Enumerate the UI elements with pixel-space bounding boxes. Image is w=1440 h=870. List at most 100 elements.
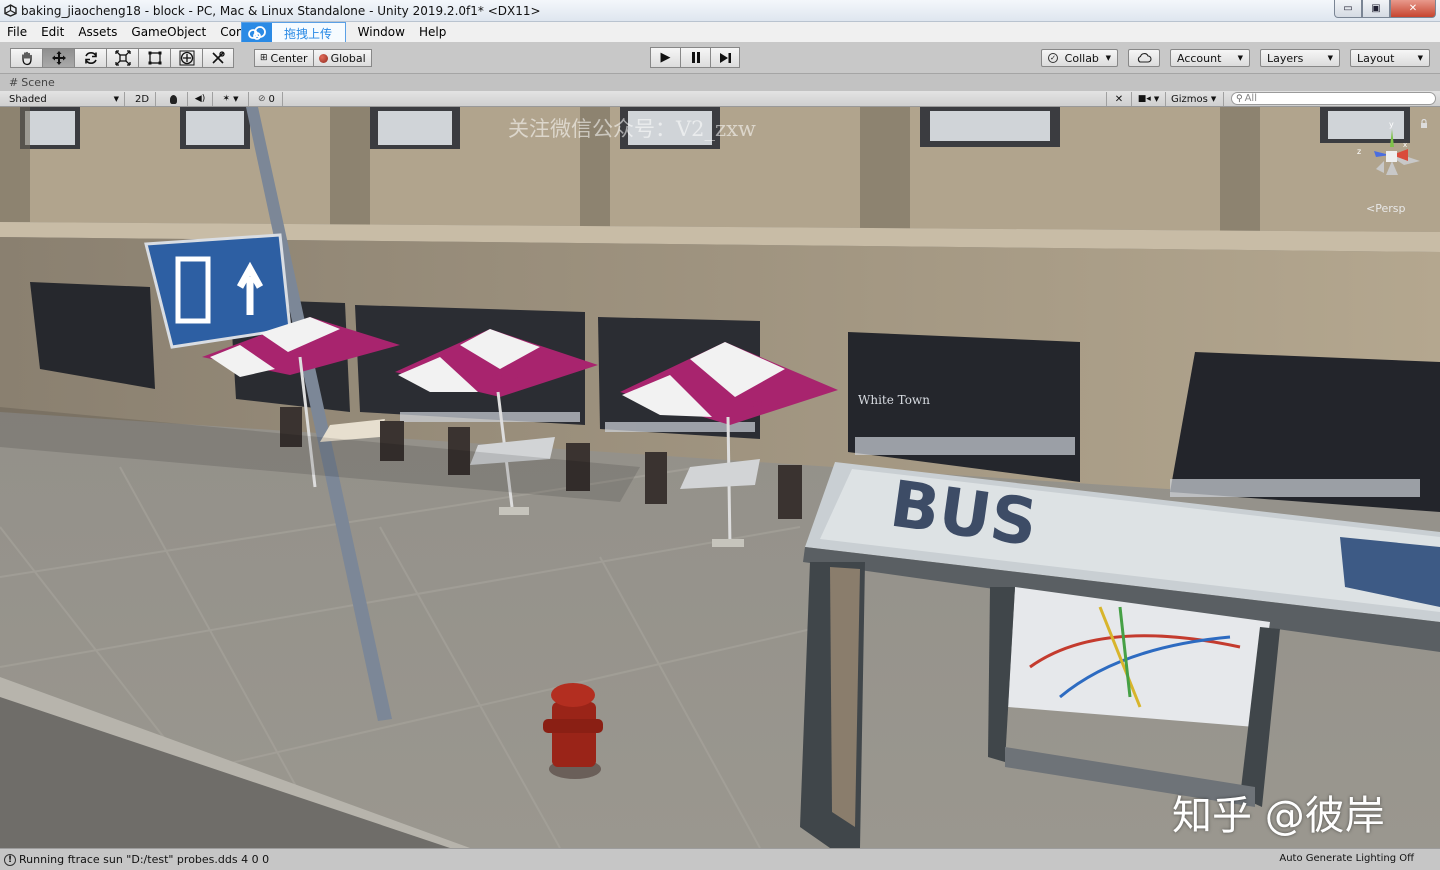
scale-tool-button[interactable] (106, 48, 138, 68)
rotate-icon (84, 52, 97, 64)
hidden-objects-toggle[interactable]: ⊘ 0 (253, 92, 283, 106)
transform-icon (179, 50, 194, 66)
scene-toolbar: Shaded ▼ 2D ◀) ✶ ▼ ⊘ 0 ✕ ■◂ ▼ Gizmos ▼ ⚲… (0, 91, 1440, 107)
title-bar: baking_jiaocheng18 - block - PC, Mac & L… (0, 0, 1440, 22)
upload-popup[interactable]: 拖拽上传 (241, 22, 346, 44)
scene-viewport[interactable]: White Town EXELRI EXELRI BUS 关注微信公众号：V2_… (0, 107, 1440, 848)
minimize-button[interactable]: ▭ (1334, 0, 1362, 18)
account-dropdown[interactable]: Account ▼ (1170, 49, 1250, 67)
cloud-icon (242, 23, 272, 43)
gizmo-y-label: y (1389, 120, 1394, 129)
pivot-controls: ⊞ Center Global (254, 49, 372, 69)
pivot-global-button[interactable]: Global (313, 49, 372, 67)
transform-tools (10, 48, 234, 68)
menu-assets[interactable]: Assets (71, 22, 124, 42)
menu-bar: File Edit Assets GameObject Com Window H… (0, 22, 1440, 42)
scene-search-input[interactable]: ⚲ All (1231, 92, 1436, 105)
rect-icon (148, 51, 161, 65)
fuel-station-sign (144, 233, 292, 349)
upload-label: 拖拽上传 (284, 26, 333, 41)
persp-caret-icon: < (1366, 202, 1376, 215)
wrench-icon (212, 51, 225, 64)
lock-icon[interactable] (1420, 119, 1428, 129)
lightbulb-icon (170, 94, 177, 104)
custom-tool-button[interactable] (202, 48, 234, 68)
cloud-outline-icon (1137, 53, 1152, 63)
lighting-status: Auto Generate Lighting Off (1279, 853, 1414, 864)
camera-dropdown[interactable]: ■◂ ▼ (1132, 92, 1166, 106)
lighting-toggle[interactable] (160, 92, 188, 106)
persp-label: Persp (1375, 202, 1406, 215)
move-arrows-icon (51, 51, 66, 65)
gizmo-x-label: x (1403, 141, 1407, 149)
collab-button[interactable]: ✓ Collab ▼ (1041, 49, 1118, 67)
pivot-center-button[interactable]: ⊞ Center (254, 49, 314, 67)
step-icon (719, 52, 732, 64)
step-button[interactable] (710, 47, 740, 68)
shading-mode-dropdown[interactable]: Shaded ▼ (4, 92, 125, 106)
rect-tool-button[interactable] (138, 48, 170, 68)
window-controls: ▭ ▣ ✕ (1334, 0, 1436, 18)
hand-tool-button[interactable] (10, 48, 42, 68)
watermark-bottom: 知乎 @彼岸 (1172, 793, 1385, 839)
menu-window[interactable]: Window (351, 22, 412, 42)
shading-caret-icon: ▼ (113, 95, 119, 103)
play-icon: ▶ (660, 50, 671, 65)
close-button[interactable]: ✕ (1390, 0, 1436, 18)
pause-icon (691, 52, 700, 63)
transform-tool-button[interactable] (170, 48, 202, 68)
umbrella-brand-text: EXELRI (744, 399, 783, 410)
search-icon: ⚲ (1236, 93, 1243, 104)
scene-render: White Town EXELRI EXELRI BUS (0, 107, 1440, 848)
menu-edit[interactable]: Edit (34, 22, 71, 42)
scale-icon (114, 50, 131, 66)
shading-mode-label: Shaded (9, 93, 47, 105)
menu-gameobject[interactable]: GameObject (124, 22, 213, 42)
collab-label: Collab (1064, 51, 1099, 65)
layers-caret-icon: ▼ (1327, 54, 1333, 62)
menu-help[interactable]: Help (412, 22, 453, 42)
rotate-tool-button[interactable] (74, 48, 106, 68)
umbrella-brand-text: EXELRI (484, 373, 523, 384)
unity-editor: baking_jiaocheng18 - block - PC, Mac & L… (0, 0, 1440, 870)
scene-tools-button[interactable]: ✕ (1106, 92, 1132, 106)
pause-button[interactable] (680, 47, 710, 68)
scene-tab[interactable]: # Scene (0, 74, 1440, 91)
search-placeholder: All (1244, 93, 1257, 104)
maximize-button[interactable]: ▣ (1362, 0, 1390, 18)
layout-dropdown[interactable]: Layout ▼ (1350, 49, 1430, 67)
playmode-controls: ▶ (650, 47, 740, 68)
grid-icon: # (9, 76, 19, 89)
2d-toggle[interactable]: 2D (129, 92, 156, 106)
gizmos-dropdown[interactable]: Gizmos ▼ (1166, 92, 1224, 106)
eye-slash-icon: ⊘ (258, 94, 266, 104)
center-icon: ⊞ (260, 53, 268, 63)
camera-icon: ■◂ (1137, 94, 1151, 104)
perspective-toggle[interactable]: <Persp (1366, 202, 1405, 215)
account-label: Account (1177, 51, 1222, 65)
effects-dropdown[interactable]: ✶ ▼ (213, 92, 249, 106)
globe-icon (318, 53, 328, 63)
cloud-services-button[interactable] (1128, 49, 1160, 67)
play-button[interactable]: ▶ (650, 47, 680, 68)
axis-gizmo-icon: y z x (1357, 120, 1420, 175)
menu-file[interactable]: File (0, 22, 34, 42)
watermark-top: 关注微信公众号：V2_zxw (508, 117, 756, 141)
check-circle-icon: ✓ (1048, 53, 1058, 63)
effects-caret-icon: ▼ (233, 95, 239, 103)
speaker-icon: ◀) (194, 94, 206, 104)
pivot-global-label: Global (330, 51, 366, 65)
move-tool-button[interactable] (42, 48, 74, 68)
layout-label: Layout (1357, 51, 1395, 65)
info-icon: ! (4, 853, 16, 866)
orientation-gizmo[interactable]: y z x (1352, 117, 1432, 197)
hand-icon (21, 51, 32, 66)
status-bar: ! Running ftrace sun "D:/test" probes.dd… (0, 848, 1440, 870)
console-message[interactable]: ! Running ftrace sun "D:/test" probes.dd… (4, 853, 269, 866)
2d-label: 2D (134, 93, 150, 105)
audio-toggle[interactable]: ◀) (188, 92, 213, 106)
gizmos-caret-icon: ▼ (1210, 95, 1217, 103)
status-message: Running ftrace sun "D:/test" probes.dds … (19, 853, 270, 866)
layers-dropdown[interactable]: Layers ▼ (1260, 49, 1340, 67)
scene-tab-label: Scene (21, 76, 55, 89)
